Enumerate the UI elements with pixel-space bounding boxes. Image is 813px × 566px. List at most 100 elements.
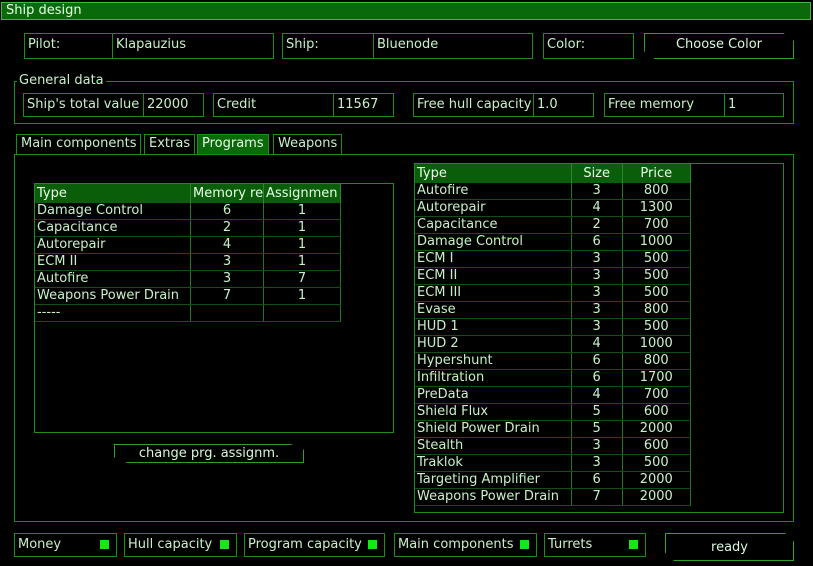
turrets-indicator bbox=[629, 540, 638, 549]
col-price[interactable]: Price bbox=[622, 164, 691, 183]
status-money-label: Money bbox=[18, 537, 62, 552]
catalog-price-cell: 600 bbox=[622, 403, 691, 421]
free-hull-field: 1.0 bbox=[533, 93, 594, 117]
col-memory[interactable]: Memory re bbox=[190, 184, 265, 203]
status-hull: Hull capacity bbox=[124, 533, 237, 557]
catalog-size-cell: 6 bbox=[571, 369, 623, 387]
status-program: Program capacity bbox=[244, 533, 385, 557]
credit-field: 11567 bbox=[333, 93, 394, 117]
catalog-row[interactable]: Weapons Power Drain 7 2000 bbox=[415, 488, 691, 506]
catalog-size-cell: 3 bbox=[571, 454, 623, 472]
catalog-size-cell: 3 bbox=[571, 284, 623, 302]
col-size[interactable]: Size bbox=[571, 164, 623, 183]
catalog-price-cell: 1700 bbox=[622, 369, 691, 387]
catalog-row[interactable]: Traklok 3 500 bbox=[415, 454, 691, 472]
pilot-label: Pilot: bbox=[24, 33, 113, 59]
window-title: Ship design bbox=[1, 2, 811, 20]
catalog-row[interactable]: Evase 3 800 bbox=[415, 301, 691, 319]
catalog-price-cell: 500 bbox=[622, 267, 691, 285]
choose-color-button[interactable]: Choose Color bbox=[644, 33, 794, 59]
installed-row[interactable]: Capacitance 2 1 bbox=[35, 219, 341, 237]
catalog-size-cell: 3 bbox=[571, 267, 623, 285]
catalog-type-cell: Shield Flux bbox=[415, 403, 572, 421]
ship-field[interactable]: Bluenode bbox=[373, 33, 533, 59]
installed-memory-cell: 4 bbox=[190, 236, 265, 254]
catalog-type-cell: Shield Power Drain bbox=[415, 420, 572, 438]
installed-assignment-cell bbox=[263, 304, 341, 322]
installed-assignment-cell: 1 bbox=[263, 253, 341, 271]
catalog-row[interactable]: Capacitance 2 700 bbox=[415, 216, 691, 234]
catalog-size-cell: 6 bbox=[571, 352, 623, 370]
catalog-type-cell: Evase bbox=[415, 301, 572, 319]
color-label: Color: bbox=[543, 33, 634, 59]
catalog-type-cell: Targeting Amplifier bbox=[415, 471, 572, 489]
credit-label: Credit bbox=[213, 93, 334, 117]
catalog-row[interactable]: PreData 4 700 bbox=[415, 386, 691, 404]
installed-assignment-cell: 1 bbox=[263, 219, 341, 237]
catalog-row[interactable]: Stealth 3 600 bbox=[415, 437, 691, 455]
col-catalog-type[interactable]: Type bbox=[415, 164, 572, 183]
catalog-size-cell: 3 bbox=[571, 318, 623, 336]
installed-row[interactable]: Autofire 3 7 bbox=[35, 270, 341, 288]
catalog-row[interactable]: Autofire 3 800 bbox=[415, 183, 691, 200]
catalog-type-cell: Infiltration bbox=[415, 369, 572, 387]
catalog-price-cell: 2000 bbox=[622, 471, 691, 489]
catalog-row[interactable]: HUD 1 3 500 bbox=[415, 318, 691, 336]
catalog-row[interactable]: Shield Flux 5 600 bbox=[415, 403, 691, 421]
money-indicator bbox=[100, 540, 109, 549]
installed-type-cell: Autorepair bbox=[35, 236, 192, 254]
catalog-price-cell: 500 bbox=[622, 284, 691, 302]
pilot-field[interactable]: Klapauzius bbox=[112, 33, 274, 59]
catalog-size-cell: 5 bbox=[571, 420, 623, 438]
catalog-row[interactable]: Hypershunt 6 800 bbox=[415, 352, 691, 370]
free-memory-field: 1 bbox=[724, 93, 784, 117]
total-value-label: Ship's total value bbox=[23, 93, 144, 117]
catalog-type-cell: Autorepair bbox=[415, 199, 572, 217]
catalog-size-cell: 4 bbox=[571, 386, 623, 404]
col-type[interactable]: Type bbox=[35, 184, 192, 203]
installed-memory-cell: 3 bbox=[190, 270, 265, 288]
catalog-row[interactable]: HUD 2 4 1000 bbox=[415, 335, 691, 353]
tab-extras[interactable]: Extras bbox=[144, 134, 196, 155]
catalog-row[interactable]: Shield Power Drain 5 2000 bbox=[415, 420, 691, 438]
catalog-row[interactable]: ECM I 3 500 bbox=[415, 250, 691, 268]
tab-main-components[interactable]: Main components bbox=[16, 134, 142, 155]
catalog-row[interactable]: Infiltration 6 1700 bbox=[415, 369, 691, 387]
installed-type-cell: ----- bbox=[35, 304, 192, 322]
installed-assignment-cell: 1 bbox=[263, 203, 341, 220]
catalog-size-cell: 5 bbox=[571, 403, 623, 421]
catalog-size-cell: 3 bbox=[571, 183, 623, 200]
catalog-row[interactable]: Targeting Amplifier 6 2000 bbox=[415, 471, 691, 489]
tab-weapons[interactable]: Weapons bbox=[273, 134, 343, 155]
catalog-price-cell: 500 bbox=[622, 250, 691, 268]
catalog-price-cell: 800 bbox=[622, 301, 691, 319]
installed-type-cell: Autofire bbox=[35, 270, 192, 288]
catalog-type-cell: PreData bbox=[415, 386, 572, 404]
col-assignment[interactable]: Assignmen bbox=[263, 184, 341, 203]
catalog-price-cell: 600 bbox=[622, 437, 691, 455]
main-indicator bbox=[520, 540, 529, 549]
installed-row[interactable]: Damage Control 6 1 bbox=[35, 203, 341, 220]
catalog-table[interactable]: Type Size Price Autofire 3 800 Autorepair 4 1… bbox=[414, 163, 784, 513]
installed-programs-table[interactable]: Type Memory re Assignmen Damage Control 6… bbox=[34, 183, 394, 433]
installed-type-cell: Capacitance bbox=[35, 219, 192, 237]
installed-row[interactable]: Weapons Power Drain 7 1 bbox=[35, 287, 341, 305]
ready-button[interactable]: ready bbox=[665, 533, 794, 561]
catalog-type-cell: HUD 1 bbox=[415, 318, 572, 336]
catalog-row[interactable]: Damage Control 6 1000 bbox=[415, 233, 691, 251]
catalog-size-cell: 6 bbox=[571, 471, 623, 489]
installed-assignment-cell: 1 bbox=[263, 287, 341, 305]
catalog-type-cell: Autofire bbox=[415, 183, 572, 200]
catalog-row[interactable]: ECM III 3 500 bbox=[415, 284, 691, 302]
catalog-row[interactable]: Autorepair 4 1300 bbox=[415, 199, 691, 217]
catalog-row[interactable]: ECM II 3 500 bbox=[415, 267, 691, 285]
catalog-size-cell: 6 bbox=[571, 233, 623, 251]
tab-programs[interactable]: Programs bbox=[197, 134, 269, 155]
installed-row[interactable]: Autorepair 4 1 bbox=[35, 236, 341, 254]
installed-type-cell: Damage Control bbox=[35, 203, 192, 220]
change-assignment-button[interactable]: change prg. assignm. bbox=[114, 444, 304, 463]
installed-assignment-cell: 1 bbox=[263, 236, 341, 254]
installed-row[interactable]: ----- bbox=[35, 304, 341, 322]
installed-row[interactable]: ECM II 3 1 bbox=[35, 253, 341, 271]
installed-memory-cell bbox=[190, 304, 265, 322]
